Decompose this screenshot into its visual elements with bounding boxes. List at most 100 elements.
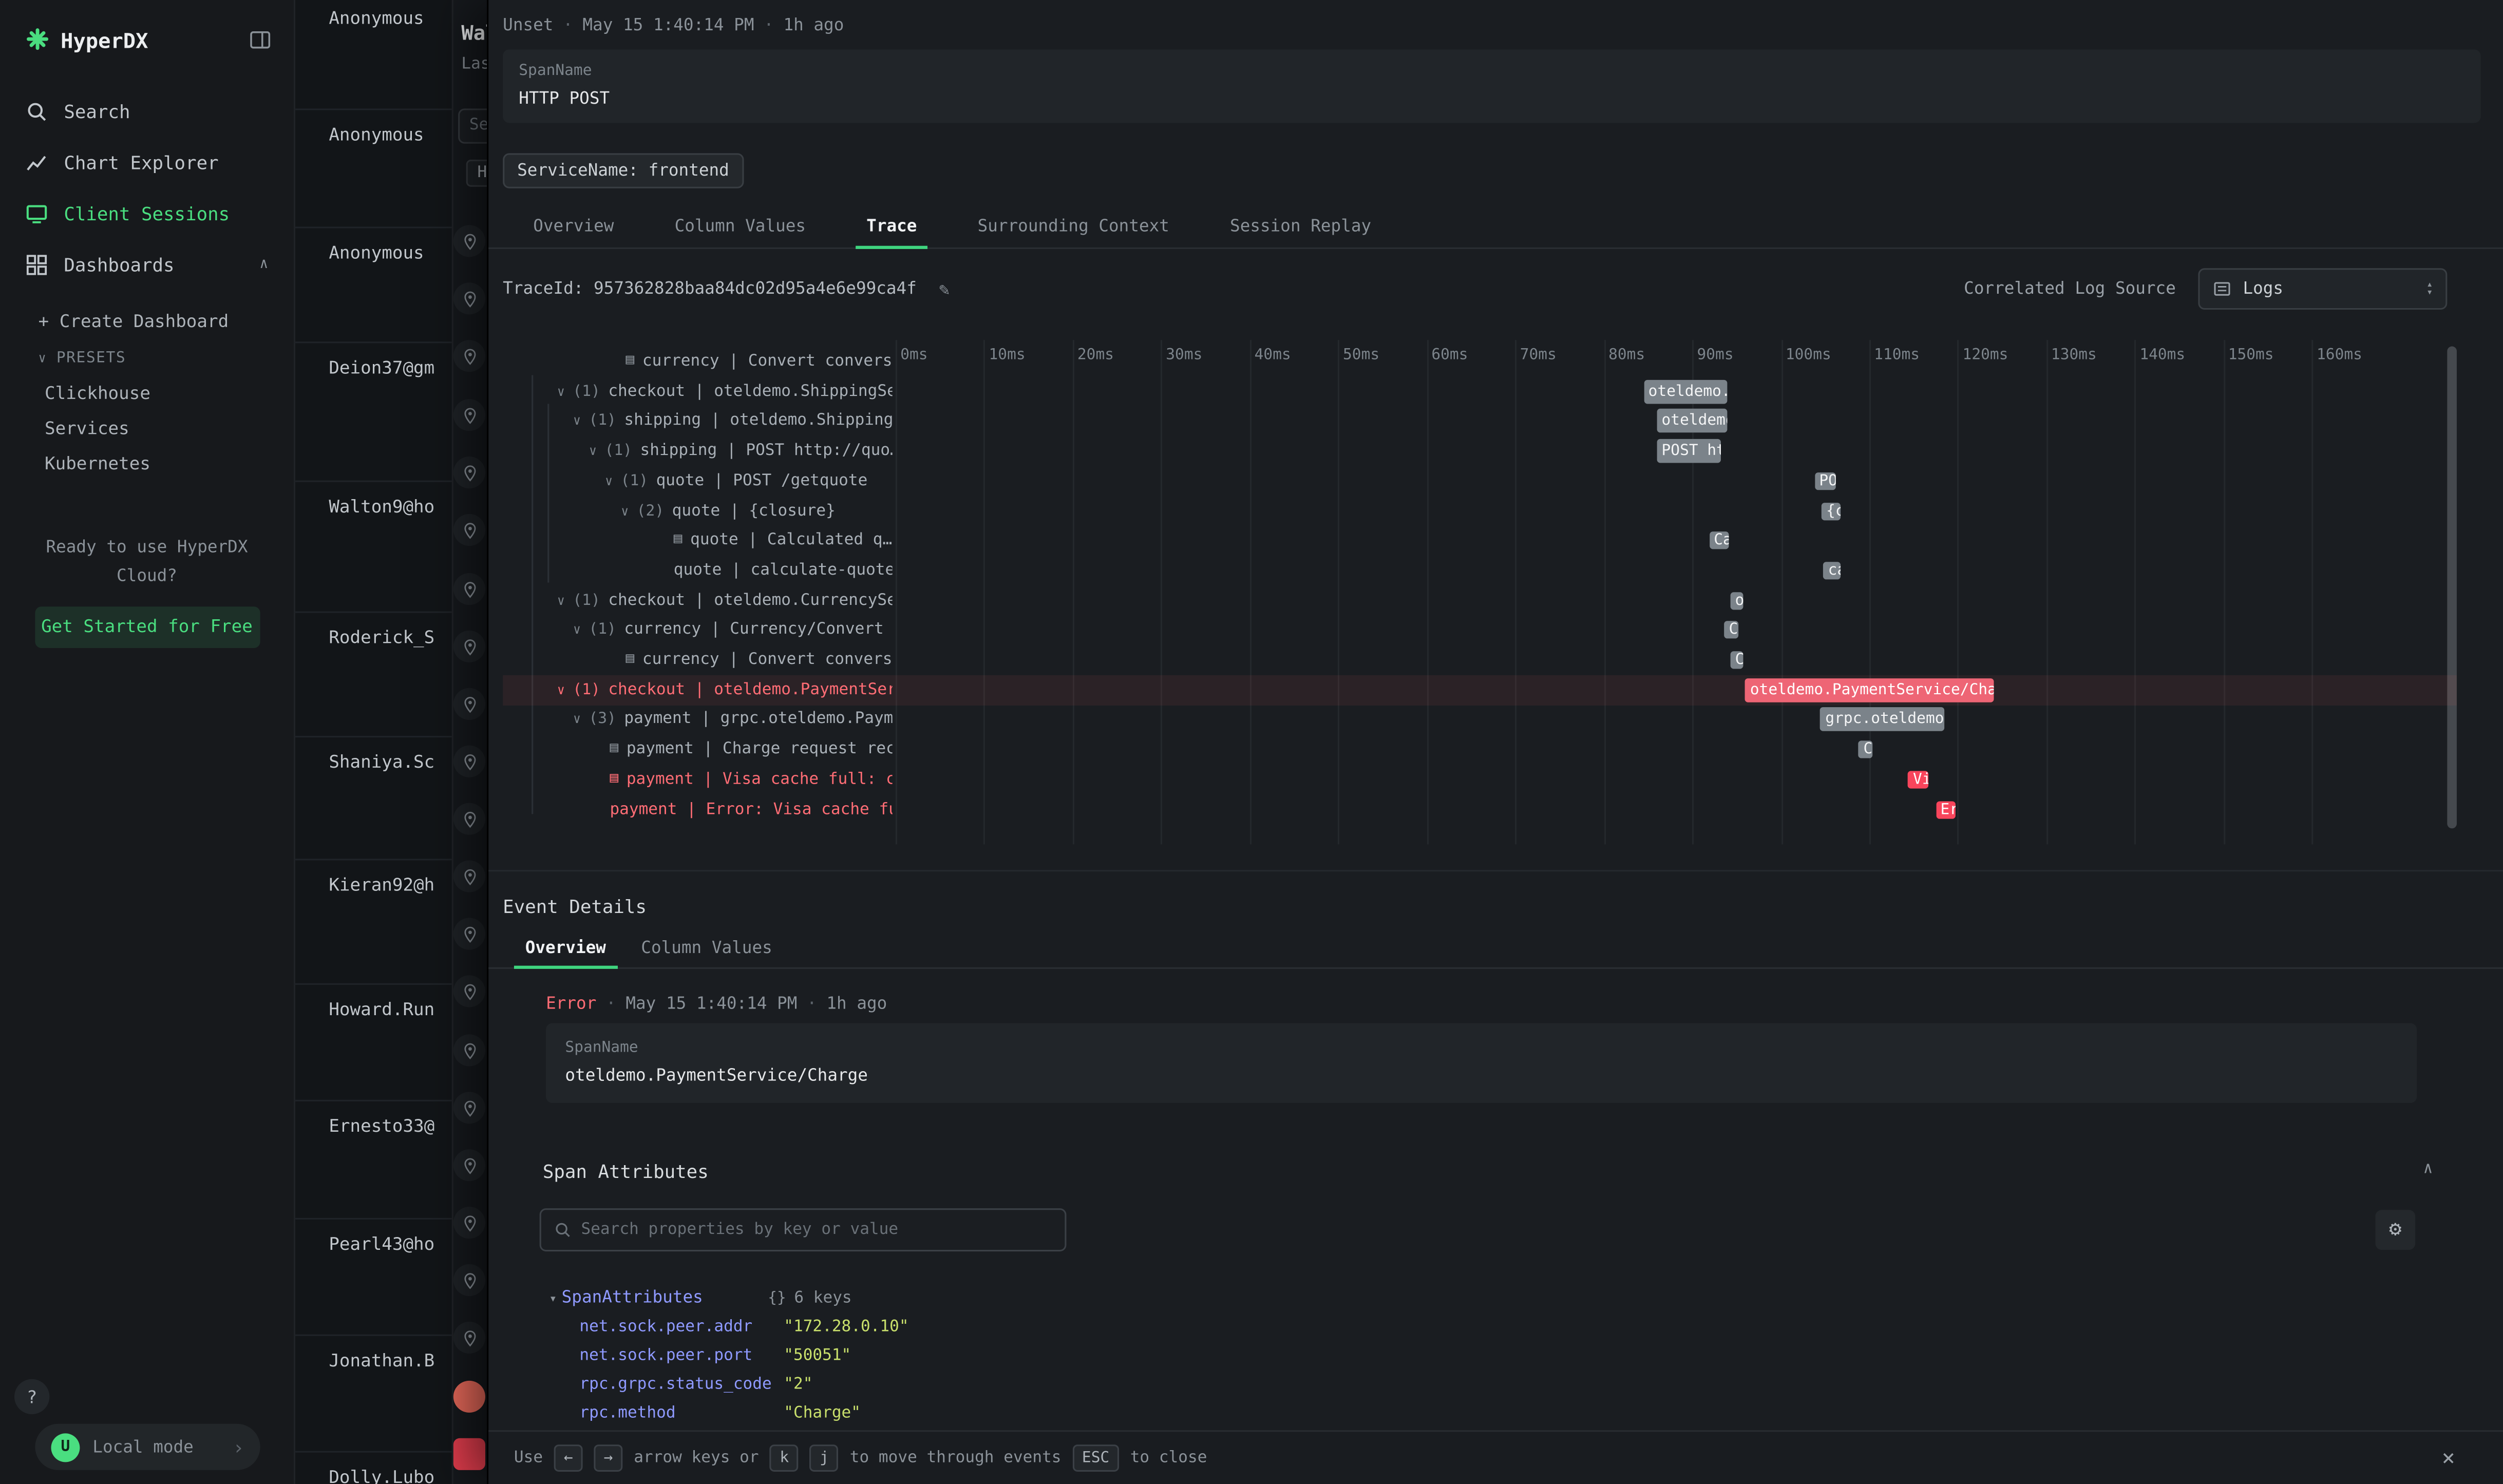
map-pin-icon[interactable] (453, 975, 485, 1007)
map-pin-icon[interactable] (453, 1034, 485, 1066)
span-bar[interactable]: POST http://quo… (1657, 439, 1721, 463)
session-list-item[interactable]: Pearl43@ho (295, 1218, 452, 1333)
presets-toggle[interactable]: ∨ PRESETS (0, 335, 294, 375)
span-bar[interactable]: POST /getquote (1814, 472, 1835, 489)
sidebar-item-search[interactable]: Search (0, 86, 294, 137)
attribute-search-input[interactable] (581, 1221, 1052, 1239)
chevron-down-icon[interactable]: ∨ (557, 682, 565, 697)
help-button[interactable]: ? (14, 1379, 49, 1414)
attribute-root-row[interactable]: ▾ SpanAttributes {}6 keys (549, 1283, 2417, 1312)
trace-tree-row[interactable]: ∨(1)quote | POST /getquotePOST /getquote (503, 466, 2457, 496)
local-mode-button[interactable]: U Local mode › (35, 1424, 260, 1470)
trace-tree-row[interactable]: ∨(3)payment | grpc.oteldemo.Paymen…grpc.… (503, 705, 2457, 735)
span-bar[interactable]: Error: Visa cache ful… (1936, 801, 1955, 818)
log-source-select[interactable]: Logs ▴▾ (2198, 268, 2447, 310)
map-pin-icon[interactable] (453, 1264, 485, 1296)
collapse-sidebar-icon[interactable] (249, 27, 272, 58)
session-list-item[interactable]: Anonymous (295, 226, 452, 341)
map-pin-icon[interactable] (453, 631, 485, 662)
map-pin-icon[interactable] (453, 918, 485, 949)
event-details-tab-overview[interactable]: Overview (508, 930, 624, 965)
map-pin-icon[interactable] (453, 456, 485, 488)
span-bar[interactable]: Calculated q… (1709, 532, 1729, 549)
trace-tree-row[interactable]: payment | Error: Visa cache ful…Error: V… (503, 794, 2457, 824)
map-pin-icon[interactable] (453, 573, 485, 605)
map-pin-icon[interactable] (453, 225, 485, 257)
session-list-item[interactable]: Dolly.Lubo (295, 1451, 452, 1484)
chevron-down-icon[interactable]: ∨ (557, 593, 565, 607)
sidebar-item-chart-explorer[interactable]: Chart Explorer (0, 137, 294, 188)
map-pin-icon[interactable] (453, 1092, 485, 1124)
trace-tree-row[interactable]: ∨(1)shipping | oteldemo.Shipping…oteldem… (503, 406, 2457, 436)
session-list-item[interactable]: Shaniya.Sc (295, 736, 452, 851)
trace-tree-row[interactable]: ∨(1)checkout | oteldemo.ShippingSe…oteld… (503, 376, 2457, 407)
sidebar-item-client-sessions[interactable]: Client Sessions (0, 188, 294, 239)
session-list-item[interactable]: Howard.Run (295, 983, 452, 1098)
span-bar[interactable]: oteldemo.CurrencySe… (1730, 592, 1743, 609)
attribute-row[interactable]: net.sock.peer.port"50051" (549, 1341, 2417, 1369)
tab-overview[interactable]: Overview (503, 206, 644, 248)
tab-trace[interactable]: Trace (836, 206, 947, 248)
chevron-down-icon[interactable]: ∨ (621, 504, 629, 518)
trace-tree-row[interactable]: ▤currency | Convert convers…Convert conv… (503, 645, 2457, 675)
service-name-chip[interactable]: ServiceName: frontend (503, 153, 744, 188)
chevron-down-icon[interactable]: ∨ (573, 414, 581, 428)
event-details-tab-column-values[interactable]: Column Values (623, 930, 790, 965)
span-bar[interactable]: Visa cache full: c… (1908, 771, 1928, 788)
attribute-row[interactable]: net.sock.peer.addr"172.28.0.10" (549, 1312, 2417, 1341)
span-bar[interactable]: {closure} (1822, 502, 1841, 520)
attribute-row[interactable]: rpc.method"Charge" (549, 1398, 2417, 1427)
trace-tree-row[interactable]: ▤payment | Visa cache full: c…Visa cache… (503, 764, 2457, 794)
map-pin-icon[interactable] (453, 1149, 485, 1181)
map-pin-icon[interactable] (453, 1322, 485, 1354)
span-bar[interactable]: Currency/Convert (1724, 621, 1738, 639)
tab-surrounding-context[interactable]: Surrounding Context (947, 206, 1200, 248)
trace-tree-row[interactable]: ∨(1)checkout | oteldemo.PaymentServi…ote… (503, 675, 2457, 705)
chevron-down-icon[interactable]: ∨ (605, 474, 613, 488)
session-list-item[interactable]: Deion37@gm (295, 341, 452, 456)
settings-gear-button[interactable]: ⚙ (2375, 1210, 2415, 1250)
edit-trace-icon[interactable]: ✎ (939, 278, 950, 299)
create-dashboard-button[interactable]: + Create Dashboard (0, 291, 294, 335)
trace-tree-row[interactable]: quote | calculate-quotecalculate-quote (503, 555, 2457, 585)
session-list-item[interactable]: Kieran92@h (295, 859, 452, 974)
map-pin-icon[interactable] (453, 746, 485, 777)
span-bar[interactable]: oteldemo.ShippingSe… (1643, 379, 1728, 404)
chevron-down-icon[interactable]: ∨ (573, 713, 581, 727)
attribute-row[interactable]: rpc.grpc.status_code"2" (549, 1369, 2417, 1398)
close-drawer-button[interactable]: × (2442, 1445, 2455, 1471)
tab-column-values[interactable]: Column Values (644, 206, 837, 248)
trace-tree-row[interactable]: ▤payment | Charge request rec…Charge req… (503, 734, 2457, 765)
span-bar[interactable]: Convert convers… (1730, 651, 1743, 669)
map-pin-icon[interactable] (453, 803, 485, 835)
session-list-item[interactable]: Jonathan.B (295, 1335, 452, 1450)
chevron-down-icon[interactable]: ∨ (573, 623, 581, 637)
preset-item-kubernetes[interactable]: Kubernetes (0, 445, 294, 480)
trace-tree-row[interactable]: ∨(1)checkout | oteldemo.CurrencySe…oteld… (503, 585, 2457, 616)
session-list-item[interactable]: Roderick_S (295, 612, 452, 727)
preset-item-clickhouse[interactable]: Clickhouse (0, 375, 294, 410)
chevron-down-icon[interactable]: ∨ (589, 444, 597, 458)
map-pin-icon[interactable] (453, 1207, 485, 1239)
session-list-item[interactable]: Anonymous (295, 108, 452, 223)
session-list-item[interactable]: Ernesto33@ (295, 1100, 452, 1215)
span-bar[interactable]: Charge request rec… (1859, 741, 1872, 758)
map-pin-icon[interactable] (453, 860, 485, 892)
map-pin-icon[interactable] (453, 514, 485, 546)
error-event-icon[interactable] (453, 1438, 485, 1470)
error-event-icon[interactable] (453, 1381, 485, 1413)
preset-item-services[interactable]: Services (0, 410, 294, 445)
session-list-item[interactable]: Walton9@ho (295, 481, 452, 596)
span-bar[interactable]: oteldemo.PaymentService/Char… (1746, 678, 1994, 702)
tab-session-replay[interactable]: Session Replay (1200, 206, 1401, 248)
span-bar[interactable]: oteldemo.Shipping… (1657, 409, 1728, 433)
map-pin-icon[interactable] (453, 688, 485, 720)
span-bar[interactable]: calculate-quote (1823, 562, 1841, 579)
sidebar-item-dashboards[interactable]: Dashboards∧ (0, 239, 294, 290)
chevron-down-icon[interactable]: ∨ (557, 384, 565, 398)
trace-tree-row[interactable]: ∨(2)quote | {closure}{closure} (503, 496, 2457, 526)
trace-tree-row[interactable]: ∨(1)shipping | POST http://quo…POST http… (503, 436, 2457, 466)
trace-tree-row[interactable]: ∨(1)currency | Currency/ConvertCurrency/… (503, 615, 2457, 645)
trace-tree-row[interactable]: ▤quote | Calculated q…Calculated q… (503, 525, 2457, 556)
collapse-section-icon[interactable]: ∧ (2423, 1160, 2433, 1178)
